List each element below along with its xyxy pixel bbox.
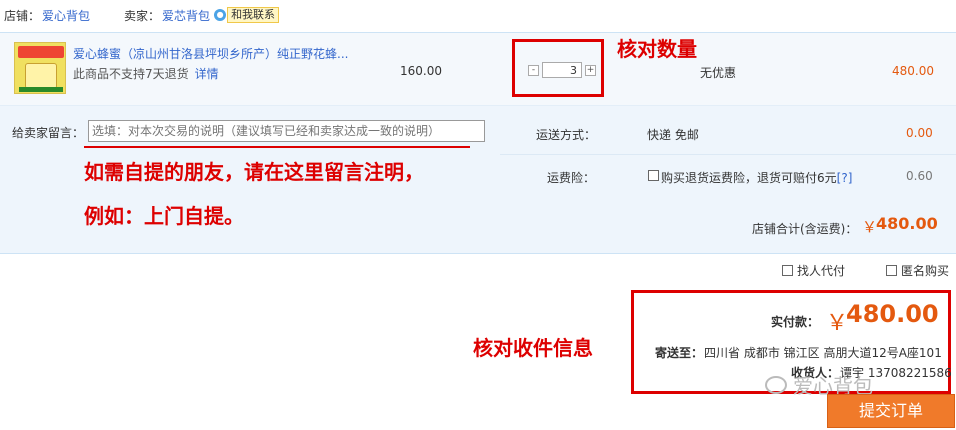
increase-quantity-button[interactable]: + — [585, 64, 596, 76]
detail-link[interactable]: 详情 — [195, 67, 219, 81]
annotation-check-receiver: 核对收件信息 — [473, 336, 593, 360]
shipping-method: 快递 免邮 — [647, 128, 699, 142]
store-label: 店铺： — [4, 8, 41, 23]
seller-name-link[interactable]: 爱芯背包 — [162, 7, 210, 24]
unit-price: 160.00 — [400, 64, 442, 78]
quantity-input[interactable] — [542, 62, 582, 78]
proxy-pay-checkbox[interactable] — [782, 265, 793, 276]
product-thumbnail[interactable] — [14, 42, 66, 94]
store-total-label: 店铺合计(含运费)： — [752, 222, 858, 236]
proxy-pay-label: 找人代付 — [797, 264, 846, 278]
annotation-pickup-note-line2: 例如：上门自提。 — [84, 204, 244, 228]
shipping-label: 运送方式： — [536, 128, 597, 142]
insurance-checkbox[interactable] — [648, 170, 659, 181]
insurance-fee: 0.60 — [906, 169, 933, 183]
anonymous-label: 匿名购买 — [901, 264, 950, 278]
contact-seller-button[interactable]: 和我联系 — [227, 7, 280, 23]
proxy-pay-option[interactable]: 找人代付 — [782, 262, 845, 279]
submit-order-button[interactable]: 提交订单 — [827, 394, 955, 428]
wechat-icon — [765, 375, 787, 394]
return-policy-text: 此商品不支持7天退货 — [73, 67, 189, 81]
item-subtotal: 480.00 — [892, 64, 934, 78]
actual-payment-label: 实付款： — [771, 315, 820, 329]
shipping-fee: 0.00 — [906, 126, 933, 140]
annotation-pickup-note-line1: 如需自提的朋友，请在这里留言注明， — [84, 160, 424, 184]
actual-payment-amount: 480.00 — [846, 300, 939, 328]
divider — [500, 154, 956, 155]
discount-text: 无优惠 — [700, 66, 737, 80]
message-label: 给卖家留言： — [12, 126, 85, 140]
order-options-panel: 给卖家留言： 如需自提的朋友，请在这里留言注明， 例如：上门自提。 运送方式： … — [0, 106, 956, 254]
annotation-check-quantity: 核对数量 — [617, 37, 697, 61]
insurance-label: 运费险： — [547, 171, 596, 185]
store-name-link[interactable]: 爱心背包 — [42, 7, 90, 24]
insurance-text: 购买退货运费险，退货可赔付6元[?] — [661, 169, 852, 186]
seller-label: 卖家： — [124, 8, 161, 23]
store-total-currency: ￥ — [862, 218, 878, 236]
anonymous-checkbox[interactable] — [886, 265, 897, 276]
insurance-description: 购买退货运费险，退货可赔付6元 — [661, 171, 837, 185]
wangwang-icon[interactable]: ● — [214, 9, 227, 21]
return-policy-note: 此商品不支持7天退货 详情 — [73, 65, 219, 82]
ship-to-address: 四川省 成都市 锦江区 高朋大道12号A座101 — [704, 346, 942, 360]
insurance-help-link[interactable]: [?] — [837, 171, 853, 185]
seller-message-input[interactable] — [88, 120, 485, 142]
annotation-underline — [84, 146, 470, 148]
decrease-quantity-button[interactable]: - — [528, 64, 539, 76]
store-total-value: 480.00 — [876, 214, 938, 233]
product-title-link[interactable]: 爱心蜂蜜（凉山州甘洛县坪坝乡所产）纯正野花蜂... — [73, 45, 348, 62]
anonymous-purchase-option[interactable]: 匿名购买 — [886, 262, 949, 279]
store-bar: 店铺： 爱心背包 卖家： 爱芯背包 ● 和我联系 — [0, 0, 956, 30]
order-item-row: 爱心蜂蜜（凉山州甘洛县坪坝乡所产）纯正野花蜂... 此商品不支持7天退货 详情 1… — [0, 32, 956, 106]
quantity-stepper: - + — [528, 62, 596, 78]
ship-to-label: 寄送至： — [655, 346, 704, 360]
actual-payment-currency: ￥ — [826, 311, 849, 336]
